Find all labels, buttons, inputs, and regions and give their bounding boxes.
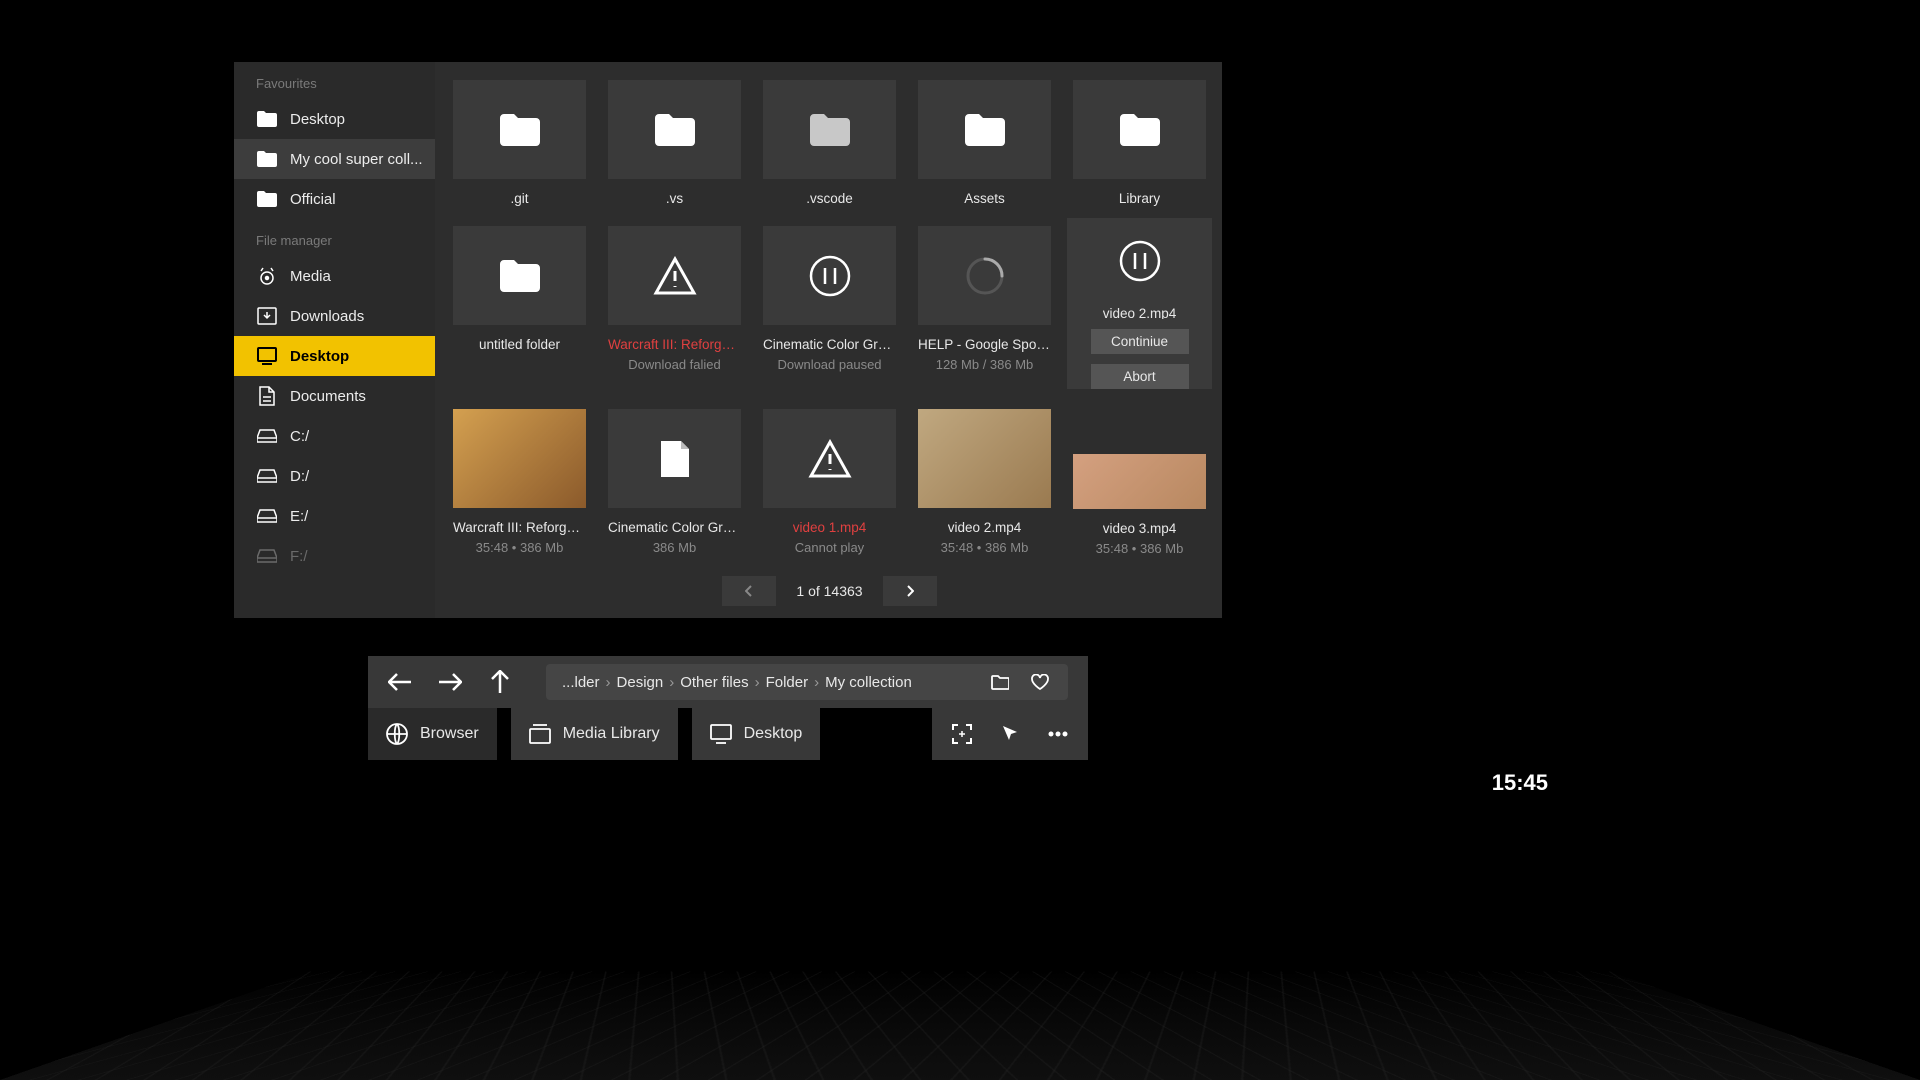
sidebar-item-media[interactable]: Media: [234, 256, 435, 296]
tile-video[interactable]: video 2.mp435:48 • 386 Mb: [918, 409, 1051, 556]
bottom-toolbar: ...lder› Design› Other files› Folder› My…: [368, 656, 1088, 760]
page-prev-button[interactable]: [722, 576, 776, 606]
label: Downloads: [290, 308, 364, 325]
label: D:/: [290, 468, 309, 485]
folder-icon: [256, 148, 278, 170]
desktop-icon: [710, 724, 732, 744]
folder-icon: [256, 188, 278, 210]
documents-icon: [256, 385, 278, 407]
tile-download-paused[interactable]: Cinematic Color Grad...Download paused: [763, 226, 896, 389]
tile-file[interactable]: Cinematic Color Grad...386 Mb: [608, 409, 741, 556]
desktop-icon: [256, 345, 278, 367]
clock: 15:45: [1492, 770, 1548, 796]
sidebar-fav-collection[interactable]: My cool super coll...: [234, 139, 435, 179]
label: My cool super coll...: [290, 151, 423, 168]
tile-video[interactable]: Warcraft III: Reforged...35:48 • 386 Mb: [453, 409, 586, 556]
file-browser-window: Favourites Desktop My cool super coll...…: [234, 62, 1222, 618]
main-content: .git .vs .vscode Assets Library untitled…: [435, 62, 1222, 618]
filemanager-header: File manager: [234, 219, 435, 256]
sidebar-item-drive-e[interactable]: E:/: [234, 496, 435, 536]
tab-desktop[interactable]: Desktop: [692, 708, 821, 760]
favourites-header: Favourites: [234, 62, 435, 99]
tile-folder[interactable]: .vscode: [763, 80, 896, 206]
tab-media-library[interactable]: Media Library: [511, 708, 678, 760]
sidebar-fav-official[interactable]: Official: [234, 179, 435, 219]
label: Documents: [290, 388, 366, 405]
folder-icon: [256, 108, 278, 130]
continue-button[interactable]: Continiue: [1091, 329, 1189, 354]
tile-cannot-play[interactable]: video 1.mp4Cannot play: [763, 409, 896, 556]
pause-icon: [1119, 240, 1161, 282]
breadcrumb[interactable]: ...lder› Design› Other files› Folder› My…: [546, 664, 1068, 700]
tile-download-failed[interactable]: Warcraft III: Reforged...Download falied: [608, 226, 741, 389]
downloads-icon: [256, 305, 278, 327]
label: Desktop: [290, 348, 349, 365]
folder-open-icon[interactable]: [988, 670, 1012, 694]
sidebar-fav-desktop[interactable]: Desktop: [234, 99, 435, 139]
more-icon[interactable]: [1046, 722, 1070, 746]
drive-icon: [256, 505, 278, 527]
tile-video-context-menu[interactable]: video 2.mp4 Continiue Abort: [1073, 218, 1206, 389]
sidebar: Favourites Desktop My cool super coll...…: [234, 62, 435, 618]
sidebar-item-drive-d[interactable]: D:/: [234, 456, 435, 496]
label: C:/: [290, 428, 309, 445]
tile-downloading[interactable]: HELP - Google Spoli...128 Mb / 386 Mb: [918, 226, 1051, 389]
tile-folder[interactable]: Assets: [918, 80, 1051, 206]
tile-folder[interactable]: .git: [453, 80, 586, 206]
label: Media: [290, 268, 331, 285]
label: E:/: [290, 508, 308, 525]
sidebar-item-downloads[interactable]: Downloads: [234, 296, 435, 336]
forward-button[interactable]: [438, 670, 462, 694]
library-icon: [529, 724, 551, 744]
label: F:/: [290, 548, 308, 565]
sidebar-item-drive-c[interactable]: C:/: [234, 416, 435, 456]
back-button[interactable]: [388, 670, 412, 694]
tile-folder[interactable]: Library: [1073, 80, 1206, 206]
tab-browser[interactable]: Browser: [368, 708, 497, 760]
sidebar-item-desktop[interactable]: Desktop: [234, 336, 435, 376]
tile-folder[interactable]: untitled folder: [453, 226, 586, 389]
sidebar-item-drive-f[interactable]: F:/: [234, 536, 435, 576]
fullscreen-icon[interactable]: [950, 722, 974, 746]
page-next-button[interactable]: [883, 576, 937, 606]
label: Official: [290, 191, 336, 208]
abort-button[interactable]: Abort: [1091, 364, 1189, 389]
drive-icon: [256, 465, 278, 487]
drive-icon: [256, 545, 278, 567]
page-indicator: 1 of 14363: [796, 583, 862, 599]
cursor-icon[interactable]: [998, 722, 1022, 746]
label: Desktop: [290, 111, 345, 128]
tile-video[interactable]: video 3.mp435:48 • 386 Mb: [1073, 454, 1206, 556]
drive-icon: [256, 425, 278, 447]
globe-icon: [386, 723, 408, 745]
heart-icon[interactable]: [1028, 670, 1052, 694]
file-grid: .git .vs .vscode Assets Library untitled…: [453, 80, 1206, 556]
sidebar-item-documents[interactable]: Documents: [234, 376, 435, 416]
up-button[interactable]: [488, 670, 512, 694]
pagination: 1 of 14363: [453, 576, 1206, 606]
tile-folder[interactable]: .vs: [608, 80, 741, 206]
media-icon: [256, 265, 278, 287]
